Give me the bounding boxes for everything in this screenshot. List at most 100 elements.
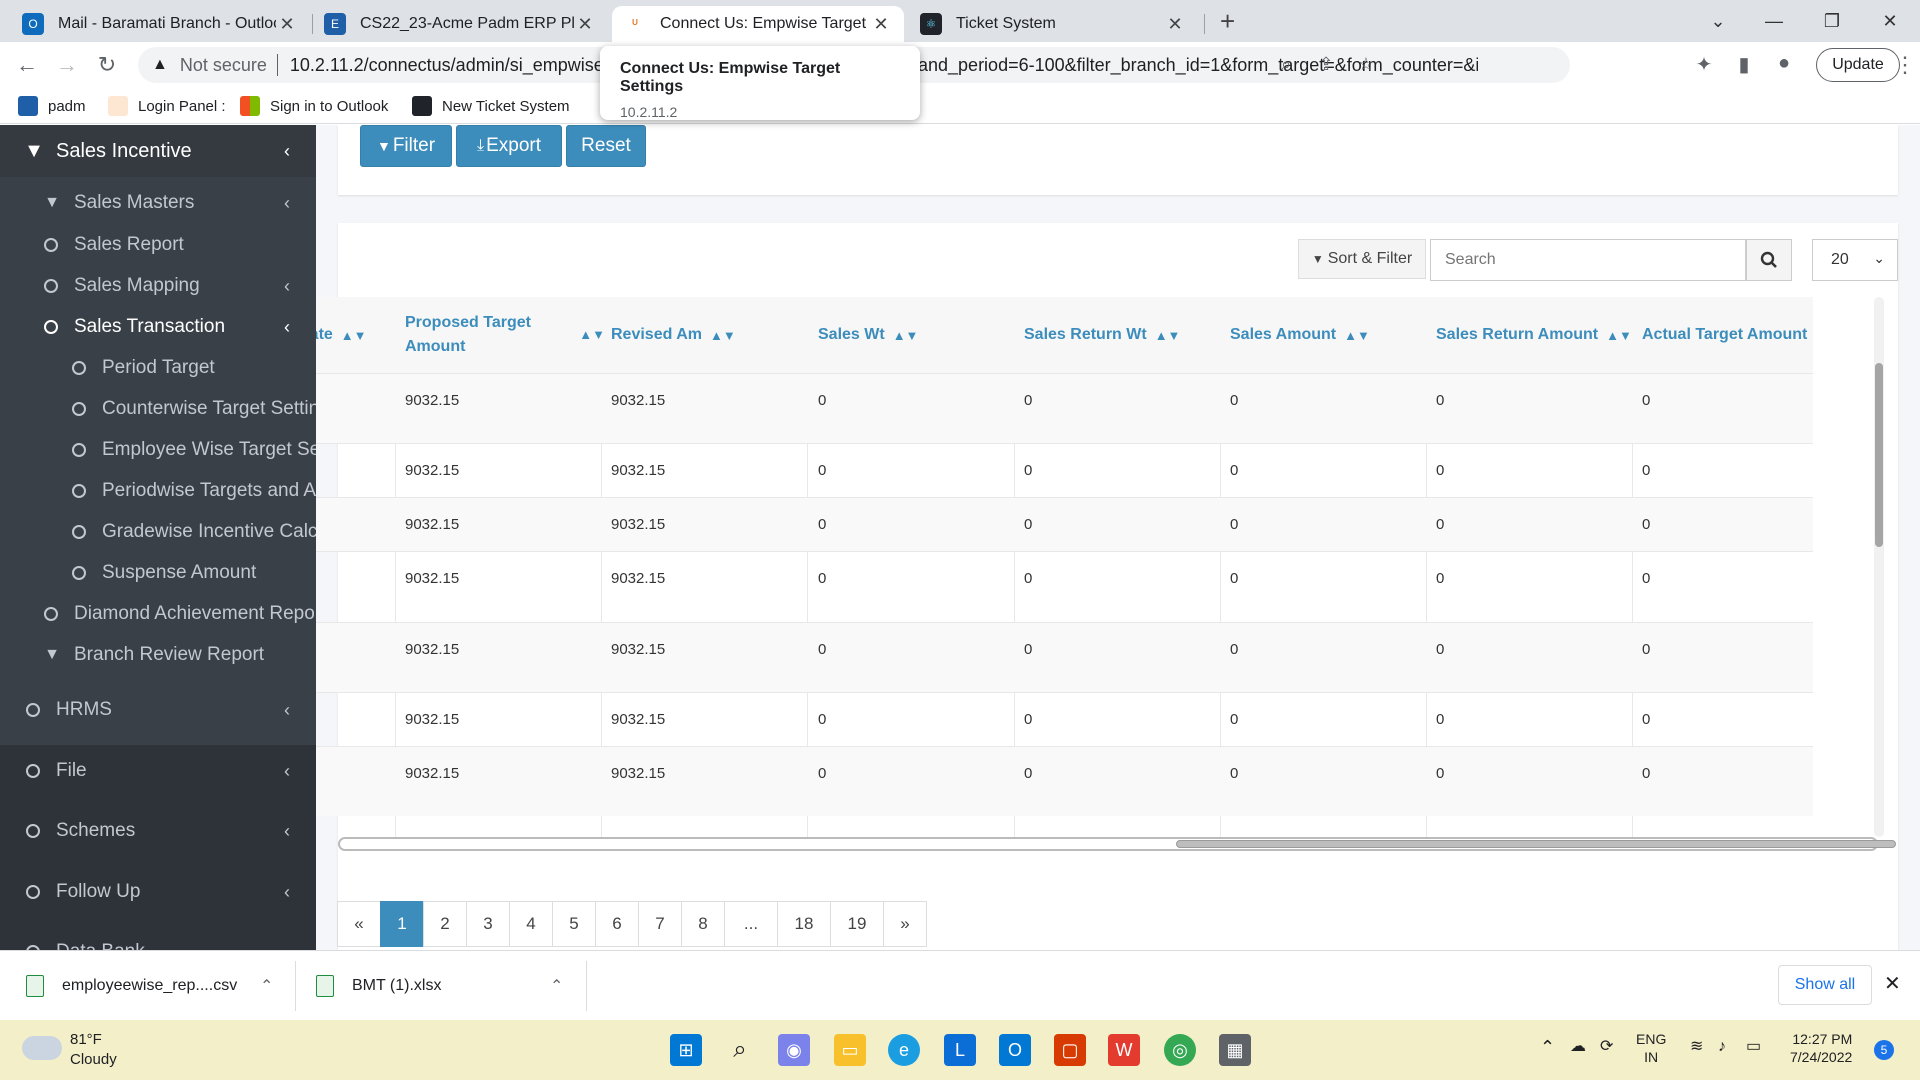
update-button[interactable]: Update	[1816, 48, 1900, 82]
table-row[interactable]: 9032.15 9032.15 0 0 0 0 0	[316, 551, 1813, 622]
page-link[interactable]: 18	[777, 901, 831, 947]
tab-ticket-system[interactable]: ⚛ Ticket System ✕	[908, 6, 1198, 42]
search-icon[interactable]: ⌕	[724, 1034, 756, 1066]
close-icon[interactable]: ✕	[574, 14, 596, 35]
side-panel-icon[interactable]: ▮	[1730, 52, 1758, 80]
page-link[interactable]: 3	[466, 901, 510, 947]
extensions-icon[interactable]: ✦	[1690, 52, 1718, 80]
new-tab-button[interactable]: +	[1220, 6, 1235, 37]
office-icon[interactable]: ▢	[1054, 1034, 1086, 1066]
volume-icon[interactable]: ♪	[1718, 1038, 1726, 1056]
chevron-up-icon[interactable]: ⌃	[260, 976, 273, 996]
sidebar-item-sales-report[interactable]: Sales Report	[0, 229, 316, 261]
sidebar-item-gradewise-incentive[interactable]: Gradewise Incentive Calcul	[0, 516, 316, 548]
bookmark-padm[interactable]: padm	[18, 94, 86, 118]
export-button[interactable]: ⤓ Export	[456, 125, 562, 167]
sidebar-item-branch-review[interactable]: ▼ Branch Review Report	[0, 639, 316, 671]
col-header-actual-target[interactable]: Actual Target Amount▲▼	[1642, 297, 1813, 373]
chevron-up-icon[interactable]: ⌃	[550, 976, 563, 996]
download-item[interactable]: BMT (1).xlsx ⌃	[316, 951, 566, 1021]
wifi-icon[interactable]: ≋	[1690, 1038, 1703, 1056]
page-link[interactable]: 5	[552, 901, 596, 947]
chevron-up-icon[interactable]: ⌃	[1540, 1038, 1555, 1056]
back-icon[interactable]: ←	[12, 50, 42, 80]
sidebar-item-sales-transaction[interactable]: Sales Transaction ‹	[0, 311, 316, 343]
bookmark-login-panel[interactable]: Login Panel :	[108, 94, 226, 118]
sidebar-item-follow-up[interactable]: Follow Up ‹	[0, 873, 316, 911]
page-link[interactable]: 8	[681, 901, 725, 947]
col-header-sales-amount[interactable]: Sales Amount ▲▼	[1230, 297, 1430, 373]
windows-start-icon[interactable]: ⊞	[670, 1034, 702, 1066]
tab-erp[interactable]: E CS22_23-Acme Padm ERP Platfor ✕	[312, 6, 608, 42]
sidebar-item-sales-masters[interactable]: ▼ Sales Masters ‹	[0, 187, 316, 219]
search-button[interactable]	[1746, 239, 1792, 281]
page-link[interactable]: 19	[830, 901, 884, 947]
onedrive-icon[interactable]: ☁	[1570, 1038, 1586, 1056]
l-app-icon[interactable]: L	[944, 1034, 976, 1066]
notification-badge[interactable]: 5	[1874, 1040, 1894, 1060]
tab-connectus[interactable]: ᵁ Connect Us: Empwise Target Sett ✕	[612, 6, 904, 42]
tab-search-icon[interactable]: ⌄	[1690, 0, 1746, 42]
page-link[interactable]: 1	[380, 901, 424, 947]
table-row[interactable]: 9032.15 9032.15 0 0 0 0 0	[316, 497, 1813, 551]
page-size-select[interactable]: 20 ⌄	[1812, 239, 1898, 281]
close-icon[interactable]: ✕	[870, 14, 892, 35]
forward-icon[interactable]: →	[52, 50, 82, 80]
sidebar-item-diamond-achievement[interactable]: Diamond Achievement Report	[0, 598, 316, 630]
sync-icon[interactable]: ⟳	[1600, 1038, 1613, 1056]
sidebar-item-sales-mapping[interactable]: Sales Mapping ‹	[0, 270, 316, 302]
wps-icon[interactable]: W	[1108, 1034, 1140, 1066]
sidebar-item-data-bank[interactable]: Data Bank	[0, 933, 316, 950]
table-row[interactable]: 9032.15 9032.15 0 0 0 0 0	[316, 443, 1813, 497]
table-row[interactable]: 9032.15 9032.15 0 0 0 0 0	[316, 692, 1813, 746]
table-row[interactable]: 9032.15 9032.15 0 0 0 0 0	[316, 746, 1813, 816]
reload-icon[interactable]: ↻	[92, 50, 122, 80]
col-header-sales-return-wt[interactable]: Sales Return Wt ▲▼	[1024, 297, 1224, 373]
col-header-target-rate[interactable]: get rate ▲▼	[316, 297, 395, 373]
bookmark-star-icon[interactable]: ☆	[1354, 54, 1378, 78]
sidebar-item-counterwise-target[interactable]: Counterwise Target Setting	[0, 393, 316, 425]
edge-icon[interactable]: e	[888, 1034, 920, 1066]
sidebar-item-period-target[interactable]: Period Target	[0, 352, 316, 384]
weather-widget[interactable]: 81°F Cloudy	[22, 1030, 117, 1070]
chat-icon[interactable]: ◉	[778, 1034, 810, 1066]
page-prev[interactable]: «	[337, 901, 381, 947]
chrome-icon[interactable]: ◎	[1164, 1034, 1196, 1066]
battery-icon[interactable]: ▭	[1746, 1038, 1761, 1056]
table-row[interactable]: 9032.15 9032.15 0 0 0 0 0	[316, 622, 1813, 692]
page-next[interactable]: »	[883, 901, 927, 947]
col-header-sales-wt[interactable]: Sales Wt ▲▼	[818, 297, 1018, 373]
scrollbar-thumb[interactable]	[1875, 363, 1883, 547]
sort-filter-button[interactable]: ▼ Sort & Filter	[1298, 239, 1426, 279]
table-row[interactable]: 9032.15 9032.15 0 0 0 0 0	[316, 373, 1813, 443]
bookmark-ticket-system[interactable]: New Ticket System	[412, 94, 570, 118]
show-all-button[interactable]: Show all	[1778, 965, 1872, 1005]
calculator-icon[interactable]: ▦	[1219, 1034, 1251, 1066]
sidebar-item-file[interactable]: File ‹	[0, 752, 316, 790]
outlook-icon[interactable]: O	[999, 1034, 1031, 1066]
col-header-sales-return-amount[interactable]: Sales Return Amount ▲▼	[1436, 297, 1636, 373]
col-header-proposed-target[interactable]: Proposed Target Amount ▲▼	[405, 297, 605, 373]
sidebar-item-periodwise-targets[interactable]: Periodwise Targets and Ach	[0, 475, 316, 507]
minimize-icon[interactable]: —	[1746, 0, 1802, 42]
clock[interactable]: 12:27 PM 7/24/2022	[1790, 1030, 1852, 1066]
file-explorer-icon[interactable]: ▭	[834, 1034, 866, 1066]
restore-icon[interactable]: ❐	[1804, 0, 1860, 42]
search-input[interactable]	[1430, 239, 1746, 281]
bookmark-outlook[interactable]: Sign in to Outlook	[240, 94, 388, 118]
scrollbar-thumb[interactable]	[1176, 840, 1896, 848]
page-link[interactable]: 4	[509, 901, 553, 947]
profile-avatar-icon[interactable]: ●	[1770, 52, 1798, 80]
reset-button[interactable]: Reset	[566, 125, 646, 167]
tab-outlook[interactable]: O Mail - Baramati Branch - Outlook ✕	[10, 6, 310, 42]
page-link[interactable]: 7	[638, 901, 682, 947]
close-icon[interactable]: ✕	[1164, 14, 1186, 35]
vertical-scrollbar[interactable]	[1874, 297, 1884, 837]
filter-button[interactable]: ▼ Filter	[360, 125, 452, 167]
col-header-revised-amount[interactable]: Revised Am ▲▼	[611, 297, 811, 373]
sidebar-item-sales-incentive[interactable]: ▼ Sales Incentive ‹	[0, 125, 316, 177]
zoom-icon[interactable]: ⌕	[1274, 54, 1298, 78]
page-link[interactable]: 2	[423, 901, 467, 947]
page-link[interactable]: 6	[595, 901, 639, 947]
share-icon[interactable]: ⇪	[1314, 54, 1338, 78]
